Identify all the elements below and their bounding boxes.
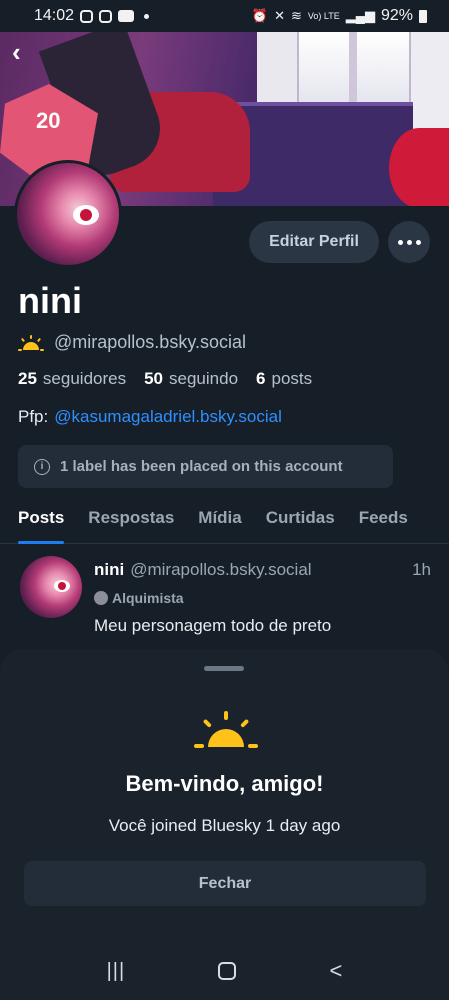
sun-icon — [18, 334, 44, 351]
display-name: nini — [18, 280, 82, 321]
following-count[interactable]: 50 — [144, 369, 163, 389]
welcome-subtitle: Você joined Bluesky 1 day ago — [108, 816, 341, 835]
instagram-icon — [80, 9, 94, 23]
profile-handle: @mirapollos.bsky.social — [54, 332, 246, 352]
wifi-icon: ≋ — [290, 8, 302, 23]
following-label[interactable]: seguindo — [169, 369, 238, 389]
back-arrow-icon[interactable]: ‹ — [12, 39, 34, 65]
bio-mention-link[interactable]: @kasumagaladriel.bsky.social — [54, 407, 282, 427]
edit-profile-button[interactable]: Editar Perfil — [249, 221, 379, 263]
signal-icon: ▂▄▆ — [345, 8, 375, 23]
lte-label: Vo) LTE — [307, 11, 340, 21]
avatar-eye — [73, 205, 99, 225]
post-avatar-eye — [54, 580, 70, 592]
banner-window-frame — [349, 32, 357, 102]
bio-prefix: Pfp: — [18, 407, 49, 426]
close-button[interactable]: Fechar — [24, 861, 426, 906]
mute-icon: ✕ — [274, 8, 285, 23]
post-badge: Alquimista — [94, 590, 184, 606]
label-notice[interactable]: i 1 label has been placed on this accoun… — [18, 445, 393, 488]
info-icon: i — [34, 458, 50, 475]
followers-count[interactable]: 25 — [18, 369, 37, 389]
tab-feeds[interactable]: Feeds — [359, 492, 408, 544]
post-badge-label: Alquimista — [112, 590, 184, 606]
post-author-handle[interactable]: @mirapollos.bsky.social — [130, 560, 311, 580]
alarm-icon: ⏰ — [251, 8, 269, 23]
posts-label: posts — [271, 369, 313, 388]
more-dot — [415, 239, 421, 245]
banner-red-creature — [389, 128, 449, 206]
stats-gap — [132, 369, 138, 389]
status-bar: 14:02 ⏰ ✕ ≋ Vo) LTE ▂▄▆ 92% — [0, 0, 449, 32]
handle-row: @mirapollos.bsky.social — [18, 332, 246, 353]
sheet-drag-handle[interactable] — [204, 666, 244, 671]
stats-gap — [244, 369, 250, 389]
profile-bio: Pfp: @kasumagaladriel.bsky.social — [18, 407, 282, 427]
post-author-name[interactable]: nini — [94, 560, 124, 580]
banner-curtain-right — [409, 32, 449, 140]
posts-count: 6 — [256, 369, 266, 388]
system-navigation-bar: ||| < — [0, 942, 449, 1000]
recent-apps-icon[interactable]: ||| — [107, 960, 126, 983]
status-right: ⏰ ✕ ≋ Vo) LTE ▂▄▆ 92% — [252, 7, 427, 25]
more-dot — [406, 239, 412, 245]
battery-icon — [419, 9, 427, 23]
sun-icon-large — [194, 711, 258, 748]
more-dots-icon — [397, 239, 403, 245]
tab-replies[interactable]: Respostas — [88, 492, 174, 544]
feed-post[interactable]: nini @mirapollos.bsky.social 1h Alquimis… — [0, 556, 449, 648]
post-avatar[interactable] — [20, 556, 82, 618]
tab-posts[interactable]: Posts — [18, 492, 65, 544]
more-options-button[interactable] — [388, 221, 430, 263]
back-icon[interactable]: < — [330, 958, 343, 984]
instagram-icon-2 — [99, 9, 113, 23]
post-text: Meu personagem todo de preto — [94, 616, 332, 635]
profile-stats: 25 seguidores 50 seguindo 6 posts — [18, 369, 312, 389]
clock: 14:02 — [34, 7, 75, 24]
followers-label[interactable]: seguidores — [43, 369, 126, 389]
home-icon[interactable] — [218, 962, 237, 980]
banner-dice-number: 20 — [36, 108, 61, 133]
welcome-title: Bem-vindo, amigo! — [125, 771, 324, 796]
post-header: nini @mirapollos.bsky.social — [94, 560, 312, 580]
label-notice-text: 1 label has been placed on this account — [60, 458, 343, 475]
youtube-icon — [118, 10, 135, 22]
status-left: 14:02 — [34, 7, 150, 25]
profile-tabs: Posts Respostas Mídia Curtidas Feeds — [0, 492, 449, 544]
tab-media[interactable]: Mídia — [198, 492, 241, 544]
profile-avatar[interactable] — [14, 160, 122, 268]
post-timestamp: 1h — [412, 560, 431, 579]
battery-percent: 92% — [380, 7, 413, 24]
badge-icon — [94, 591, 108, 605]
tab-likes[interactable]: Curtidas — [266, 492, 335, 544]
notification-dot-icon — [144, 13, 150, 19]
